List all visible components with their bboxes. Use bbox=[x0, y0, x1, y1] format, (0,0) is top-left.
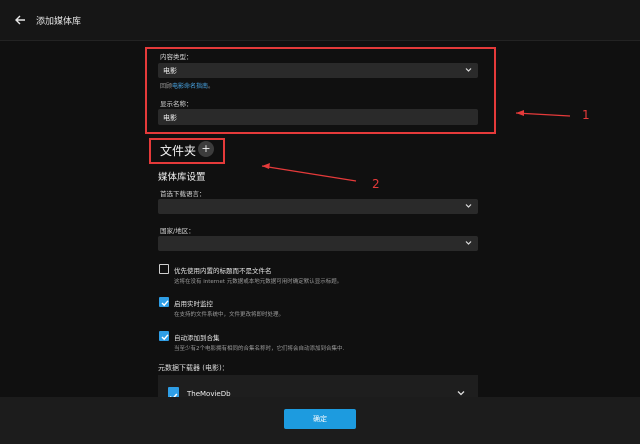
annotation-arrows bbox=[261, 110, 571, 182]
annotation-marker-1: 1 bbox=[582, 108, 590, 122]
annotation-marker-2: 2 bbox=[372, 177, 380, 191]
